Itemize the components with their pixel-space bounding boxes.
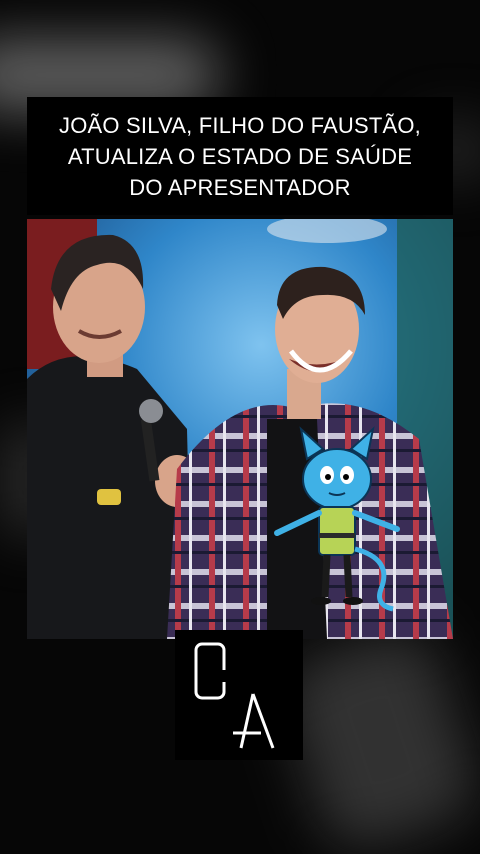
brand-logo [175, 630, 303, 760]
headline-line-2: ATUALIZA O ESTADO DE SAÚDE [67, 143, 413, 169]
blur-highlight [273, 620, 480, 854]
headline-line-3: DO APRESENTADOR [129, 174, 351, 200]
news-photo [27, 219, 453, 639]
headline-text: JOÃO SILVA, FILHO DO FAUSTÃO, ATUALIZA O… [59, 110, 421, 203]
photo-illustration [27, 219, 453, 639]
headline-line-1: JOÃO SILVA, FILHO DO FAUSTÃO, [59, 112, 421, 138]
oa-logo-icon [194, 642, 275, 749]
headline-box: JOÃO SILVA, FILHO DO FAUSTÃO, ATUALIZA O… [27, 97, 453, 215]
